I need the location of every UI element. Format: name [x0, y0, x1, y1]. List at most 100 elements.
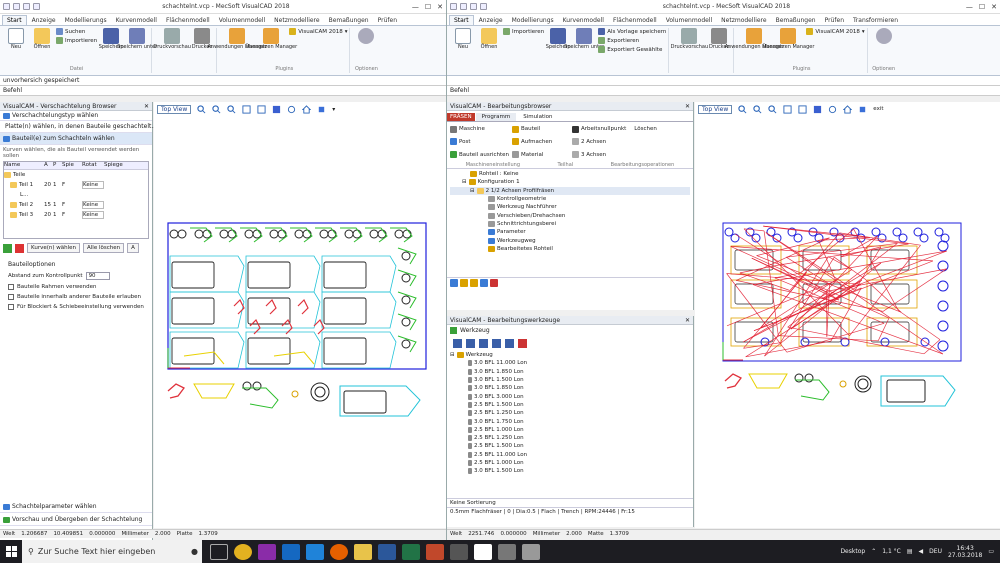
tab-anzeige[interactable]: Anzeige — [475, 16, 507, 25]
quick-access-undo-icon[interactable] — [460, 3, 467, 10]
open-button[interactable]: Öffnen — [477, 28, 501, 50]
tab-kurvenmodell[interactable]: Kurvenmodell — [112, 16, 161, 25]
step-select-parts[interactable]: Bauteil(e) zum Schachteln wählen — [0, 133, 152, 145]
tab-werkzeug[interactable]: Werkzeug — [460, 327, 490, 334]
search-button[interactable]: Suchen — [56, 28, 97, 35]
close-icon[interactable]: ✕ — [991, 3, 997, 11]
checkbox[interactable] — [8, 294, 14, 300]
excel-icon[interactable] — [402, 543, 420, 560]
minimize-icon[interactable]: — — [412, 3, 419, 11]
tool-app-icon[interactable] — [498, 543, 516, 560]
edge-icon[interactable] — [306, 543, 324, 560]
tool-item[interactable]: 2.5 BFL 1.500 Lon — [450, 401, 690, 409]
expand-icon[interactable]: ⊟ — [450, 352, 455, 358]
firefox-icon[interactable] — [330, 543, 348, 560]
command-line[interactable]: Befehl — [447, 86, 1000, 96]
tab-netzmodell[interactable]: Netzmodelliere — [717, 16, 770, 25]
tool-delete-icon[interactable] — [518, 338, 527, 348]
tab-start[interactable]: Start — [449, 15, 474, 25]
tab-pruefen[interactable]: Prüfen — [821, 16, 848, 25]
quick-access-save-icon[interactable] — [450, 3, 457, 10]
view-extra-label[interactable]: exit — [873, 106, 883, 112]
shaded-cube-icon[interactable] — [858, 105, 867, 114]
expand-icon[interactable]: ⊟ — [462, 179, 467, 185]
delete-all-button[interactable]: Alle löschen — [83, 243, 125, 253]
tab-netzmodell[interactable]: Netzmodelliere — [270, 16, 323, 25]
tree-item[interactable]: Rohteil : Keine — [450, 170, 690, 178]
tool-flatmill-icon[interactable] — [479, 338, 488, 348]
tab-transformieren[interactable]: Transformieren — [849, 16, 902, 25]
zoom-in-icon[interactable] — [738, 104, 747, 114]
tree-item[interactable]: ⊟ Konfiguration 1 — [450, 178, 690, 186]
checkbox[interactable] — [8, 304, 14, 310]
tool-item[interactable]: 3.0 BFL 1.500 Lon — [450, 467, 690, 475]
quick-access-print-icon[interactable] — [480, 3, 487, 10]
save-as-button[interactable]: Speichern unter — [564, 28, 604, 50]
weather-text[interactable]: 1,1 °C — [882, 548, 901, 555]
tree-item[interactable]: Werkzeugweg — [450, 236, 690, 244]
translate-manager-button[interactable]: Übersetzen Manager — [762, 28, 814, 50]
tab-volumenmodell[interactable]: Volumenmodell — [215, 16, 269, 25]
simulate-icon[interactable] — [460, 279, 468, 287]
visualcad-icon[interactable] — [474, 543, 492, 560]
checkbox[interactable] — [8, 284, 14, 290]
import-button[interactable]: Importieren — [503, 28, 544, 35]
export-button[interactable]: Exportieren — [598, 37, 666, 44]
desktop-label[interactable]: Desktop — [840, 548, 865, 555]
tree-item[interactable]: Kontrollgeometrie — [450, 195, 690, 203]
zoom-selected-icon[interactable] — [257, 104, 266, 114]
volume-icon[interactable]: ◀ — [919, 548, 924, 555]
tool-item[interactable]: 3.0 BFL 3.000 Lon — [450, 392, 690, 400]
task-view-icon[interactable] — [210, 543, 228, 560]
table-row[interactable]: Teil 1 20 1 F Keine — [4, 180, 148, 190]
step-nest-params[interactable]: Schachtelparameter wählen — [0, 501, 152, 513]
stock-button[interactable]: Bauteil — [512, 124, 572, 135]
close-icon[interactable]: ✕ — [437, 3, 443, 11]
step-select-plates[interactable]: Platte(n) wählen, in denen Bauteile gesc… — [0, 121, 157, 133]
tool-add-icon[interactable] — [453, 338, 462, 348]
maximize-icon[interactable]: ☐ — [979, 3, 985, 11]
quick-access-save-icon[interactable] — [3, 3, 10, 10]
tool-root[interactable]: ⊟ Werkzeug — [450, 351, 690, 359]
visualcam-dropdown[interactable]: VisualCAM 2018 ▾ — [806, 28, 865, 35]
delete-icon[interactable] — [490, 279, 498, 287]
tab-flaechenmodell[interactable]: Flächenmodell — [162, 16, 214, 25]
quick-access-undo-icon[interactable] — [13, 3, 20, 10]
zoom-extents-icon[interactable] — [783, 104, 792, 114]
add-icon[interactable] — [3, 243, 12, 253]
save-as-button[interactable]: Speichern unter — [117, 28, 157, 50]
options-button[interactable] — [354, 28, 378, 44]
step-preview-commit[interactable]: Vorschau und Übergeben der Schachtelung — [0, 514, 152, 526]
tool-item[interactable]: 2.5 BFL 1.250 Lon — [450, 434, 690, 442]
zoom-window-icon[interactable] — [768, 104, 777, 114]
tool-item[interactable]: 3.0 BFL 1.750 Lon — [450, 417, 690, 425]
work-zero-button[interactable]: Arbeitsnullpunkt Löschen — [572, 124, 692, 135]
tab-flaechenmodell[interactable]: Flächenmodell — [609, 16, 661, 25]
tab-fraesen[interactable]: FRÄSEN — [447, 113, 475, 121]
home-view-icon[interactable] — [843, 104, 853, 114]
tree-item[interactable]: Bearbeitetes Rohteil — [450, 245, 690, 253]
quick-access-redo-icon[interactable] — [23, 3, 30, 10]
pan-icon[interactable] — [272, 105, 281, 114]
maximize-icon[interactable]: ☐ — [425, 3, 431, 11]
tree-item[interactable]: Parameter — [450, 228, 690, 236]
onenote-icon[interactable] — [258, 543, 276, 560]
word-icon[interactable] — [378, 543, 396, 560]
tab-anzeige[interactable]: Anzeige — [28, 16, 60, 25]
zoom-out-icon[interactable] — [212, 104, 221, 114]
material-button[interactable]: Material — [512, 149, 572, 160]
zoom-out-icon[interactable] — [753, 104, 762, 114]
tool-item[interactable]: 2.5 BFL 1.250 Lon — [450, 409, 690, 417]
calculator-icon[interactable] — [450, 543, 468, 560]
right-viewport[interactable]: Top View exit — [695, 102, 1000, 528]
close-icon[interactable]: ✕ — [144, 103, 149, 110]
translate-manager-button[interactable]: Übersetzen Manager — [245, 28, 297, 50]
quick-access-print-icon[interactable] — [33, 3, 40, 10]
tab-bemassungen[interactable]: Bemaßungen — [325, 16, 373, 25]
remove-icon[interactable] — [15, 243, 24, 253]
tree-item[interactable]: Schnittrichtungsberei — [450, 220, 690, 228]
app-icon[interactable] — [522, 543, 540, 560]
save-template-button[interactable]: Als Vorlage speichern — [598, 28, 666, 35]
tab-kurvenmodell[interactable]: Kurvenmodell — [559, 16, 608, 25]
tab-simulation[interactable]: Simulation — [517, 113, 558, 121]
